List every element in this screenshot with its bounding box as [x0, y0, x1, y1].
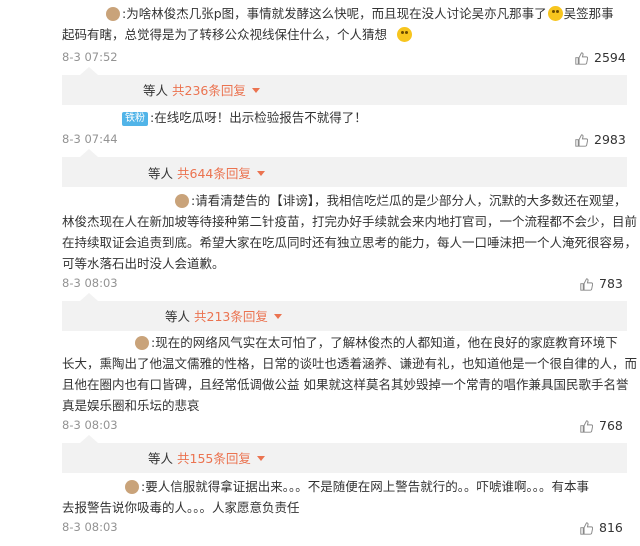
comment-time: 8-3 08:03: [62, 418, 118, 432]
comment-text-line: 铁粉:在线吃瓜呀！出示检验报告不就得了！: [122, 107, 367, 128]
comment-text-line: 且他在圈内也有口皆碑，且经常低调做公益 如果就这样莫名其妙毁掉一个常青的唱作兼具…: [62, 377, 629, 392]
comment-text-line: 去报警告说你吸毒的人。。。人家愿意负责任: [62, 500, 300, 515]
comment-text-line: 可等水落石出时没人会道歉。: [62, 256, 225, 271]
caret-down-icon: [251, 88, 260, 93]
comment-text-line: :现在的网络风气实在太可怕了，了解林俊杰的人都知道，他在良好的家庭教育环境下: [135, 332, 618, 353]
avatar[interactable]: [125, 480, 139, 494]
thumbs-up-icon: [575, 52, 589, 65]
fan-badge: 铁粉: [122, 112, 148, 126]
reply-bubble-pointer: [80, 435, 98, 443]
reply-summary-box: [62, 157, 627, 187]
view-replies-link[interactable]: 等人 共236条回复: [143, 80, 260, 99]
like-count: 768: [599, 418, 623, 433]
reply-summary-box: [62, 443, 627, 473]
comment-text-line: :为啥林俊杰几张p图，事情就发酵这么快呢，而且现在没人讨论吴亦凡那事了 吴签那事: [106, 3, 614, 24]
like-button[interactable]: 2983: [575, 132, 626, 147]
like-button[interactable]: 783: [580, 276, 623, 291]
like-count: 2594: [594, 50, 626, 65]
view-replies-link[interactable]: 等人 共213条回复: [165, 306, 282, 325]
comment-text-line: 起码有瞎，总觉得是为了转移公众视线保住什么，个人猜想: [62, 27, 388, 42]
comment-time: 8-3 08:03: [62, 520, 118, 534]
comment-text-line: :请看清楚告的【诽谤】，我相信吃烂瓜的是少部分人，沉默的大多数还在观望，: [175, 190, 626, 211]
avatar[interactable]: [175, 194, 189, 208]
thumbs-up-icon: [580, 420, 594, 433]
thumbs-up-icon: [580, 522, 594, 535]
like-count: 783: [599, 276, 623, 291]
avatar[interactable]: [135, 336, 149, 350]
grin-emoji-icon: [396, 24, 413, 45]
reply-bubble-pointer: [80, 67, 98, 75]
comment-time: 8-3 07:52: [62, 50, 118, 64]
caret-down-icon: [256, 171, 265, 176]
like-button[interactable]: 816: [580, 520, 623, 535]
view-replies-link[interactable]: 等人 共155条回复: [148, 448, 265, 467]
comment-text-line: 林俊杰现在人在新加坡等待接种第二针疫苗，打完办好手续就会来内地打官司，一个流程都…: [62, 214, 638, 229]
comment-text-line: 真是娱乐圈和乐坛的悲哀: [62, 398, 200, 413]
thumbs-up-icon: [580, 278, 594, 291]
view-replies-link[interactable]: 等人 共644条回复: [148, 163, 265, 182]
grin-emoji-icon: [547, 6, 563, 21]
caret-down-icon: [273, 314, 282, 319]
like-button[interactable]: 2594: [575, 50, 626, 65]
comment-text-line: :要人信服就得拿证据出来。。。不是随便在网上警告就行的。。吓唬谁啊。。。有本事: [125, 476, 589, 497]
comment-time: 8-3 07:44: [62, 132, 118, 146]
caret-down-icon: [256, 456, 265, 461]
comment-text-line: 在持续取证会追责到底。希望大家在吃瓜同时还有独立思考的能力，每人一口唾沫把一个人…: [62, 235, 638, 250]
reply-bubble-pointer: [80, 149, 98, 157]
comment-time: 8-3 08:03: [62, 276, 118, 290]
comment-text-line: 长大，熏陶出了他温文儒雅的性格，日常的谈吐也透着涵养、谦逊有礼，也知道他是一个很…: [62, 356, 638, 371]
avatar[interactable]: [106, 7, 120, 21]
like-count: 2983: [594, 132, 626, 147]
thumbs-up-icon: [575, 134, 589, 147]
like-count: 816: [599, 520, 623, 535]
reply-summary-box: [62, 301, 627, 331]
like-button[interactable]: 768: [580, 418, 623, 433]
reply-bubble-pointer: [80, 293, 98, 301]
